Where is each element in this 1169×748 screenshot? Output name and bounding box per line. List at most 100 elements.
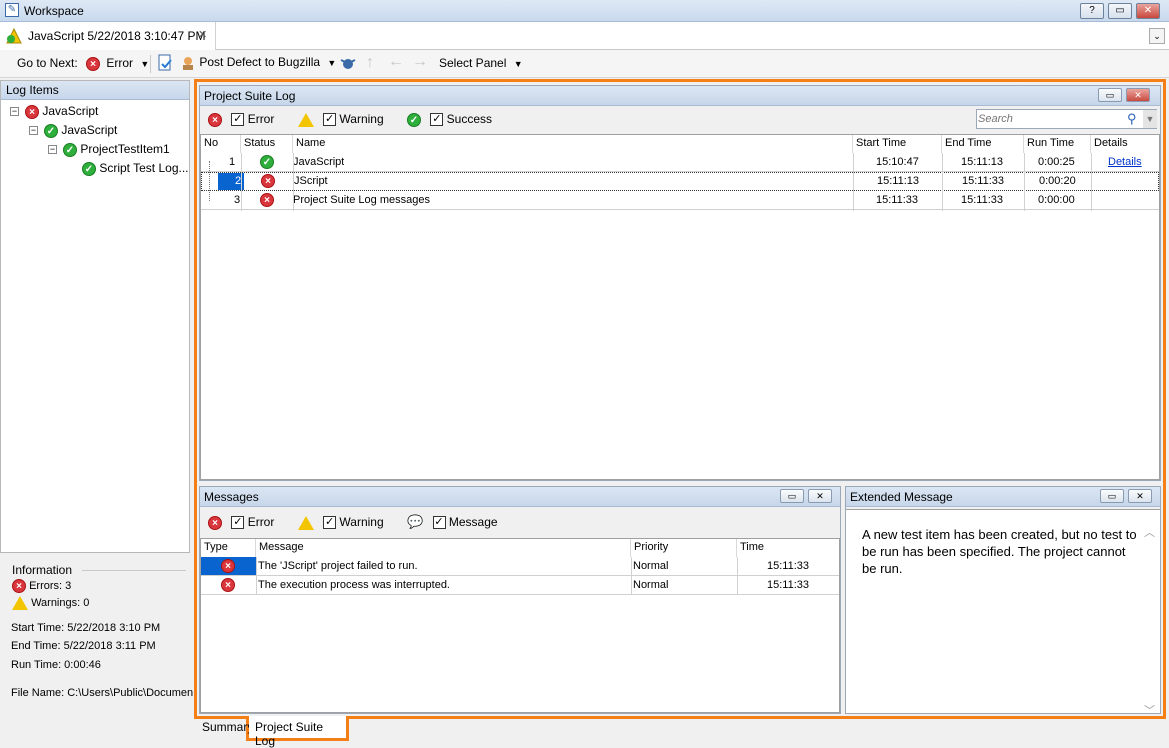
chevron-down-icon: ▼ [513,59,523,69]
arrow-right-icon[interactable]: → [412,53,428,71]
panel-maximize-button[interactable]: ▭ [1098,88,1122,102]
panel-close-button[interactable]: ✕ [808,489,832,503]
doc-tab-javascript[interactable]: JavaScript 5/22/2018 3:10:47 PM ✕ [0,22,216,50]
success-icon: ✓ [82,161,96,176]
window-titlebar: ✎ Workspace ? ▭ ✕ [0,0,1169,22]
tree-item-project[interactable]: ✓ JavaScript [44,123,117,138]
doc-tab-close-icon[interactable]: ✕ [198,28,207,41]
goto-next-dropdown[interactable]: × Error ▼ [86,56,149,71]
messages-filters: × ✓ Error ✓ Warning 💬 ✓ Message [208,514,498,530]
tree-item-label: JavaScript [42,104,99,118]
col-divider [942,153,943,211]
scroll-down-icon[interactable]: ﹀ [1144,702,1155,718]
restore-button[interactable]: ▭ [1108,3,1132,19]
success-icon: ✓ [44,123,58,138]
message-priority: Normal [633,579,669,591]
tree-expander[interactable]: − [48,145,57,154]
suite-log-header: Project Suite Log [200,86,1160,106]
checklist-icon[interactable] [157,54,175,75]
row-name: JavaScript [293,156,345,168]
goto-next-value: Error [106,56,134,70]
error-filter-checkbox[interactable]: ✓ [231,113,245,127]
row-end: 15:11:33 [961,194,1004,206]
table-row[interactable]: × The 'JScript' project failed to run. N… [201,557,839,576]
row-end: 15:11:33 [962,175,1005,187]
select-panel-button[interactable]: Select Panel ▼ [439,56,523,70]
messages-title: Messages [204,490,259,504]
tree-item-root[interactable]: × JavaScript [25,104,98,119]
bug-icon[interactable] [340,55,358,74]
log-warning-icon [6,27,22,44]
details-link[interactable]: Details [1108,156,1142,168]
col-divider [737,557,738,595]
error-icon: × [208,112,222,127]
info-end-time: End Time: 5/22/2018 3:11 PM [11,640,156,652]
tree-expander[interactable]: − [29,126,38,135]
tree-item-label: ProjectTestItem1 [80,142,170,156]
search-icon[interactable]: ⚲ [1127,111,1141,127]
help-button[interactable]: ? [1080,3,1104,19]
tab-list-dropdown[interactable]: ⌄ [1149,28,1165,44]
col-divider [1024,153,1025,211]
col-header-time[interactable]: Time [737,539,839,557]
col-header-name[interactable]: Name [293,135,853,153]
col-divider [293,153,294,211]
col-header-no[interactable]: No [201,135,241,153]
col-header-run[interactable]: Run Time [1024,135,1091,153]
message-filter-checkbox[interactable]: ✓ [432,516,446,530]
suite-log-grid: No Status Name Start Time End Time Run T… [200,134,1160,480]
table-row[interactable]: 3 × Project Suite Log messages 15:11:33 … [201,191,1159,210]
panel-maximize-button[interactable]: ▭ [1100,489,1124,503]
success-filter-checkbox[interactable]: ✓ [430,113,444,127]
col-header-status[interactable]: Status [241,135,293,153]
arrow-up-icon[interactable]: ↑ [366,54,374,72]
search-dropdown-icon[interactable]: ▼ [1143,110,1157,128]
chevron-down-icon: ▼ [140,59,150,69]
row-start: 15:11:33 [876,194,919,206]
close-button[interactable]: ✕ [1136,3,1160,19]
table-row[interactable]: × The execution process was interrupted.… [201,576,839,595]
message-time: 15:11:33 [767,579,810,591]
error-filter-checkbox[interactable]: ✓ [231,516,245,530]
tree-item-testitem[interactable]: ✓ ProjectTestItem1 [63,142,170,157]
panel-close-button[interactable]: ✕ [1126,88,1150,102]
row-start: 15:10:47 [876,156,919,168]
scroll-up-icon[interactable]: ︿ [1144,524,1155,540]
bottom-tab-project-suite-log[interactable]: Project Suite Log [249,716,346,748]
row-no: 1 [229,156,236,168]
row-run: 0:00:25 [1038,156,1075,168]
info-warnings: Warnings: 0 [12,596,89,610]
table-row[interactable]: 1 ✓ JavaScript 15:10:47 15:11:13 0:00:25… [201,153,1159,172]
search-input[interactable] [978,111,1126,127]
success-icon: ✓ [260,155,274,169]
extended-message-text: A new test item has been created, but no… [862,527,1137,576]
suite-log-panel: Project Suite Log ▭ ✕ × ✓ Error ✓ Warnin… [199,85,1161,481]
panel-close-button[interactable]: ✕ [1128,489,1152,503]
row-name: JScript [294,175,328,187]
message-text: The execution process was interrupted. [258,579,450,591]
search-box: ⚲ ▼ [976,109,1157,129]
bottom-tab-summary[interactable]: Summary [199,719,256,737]
goto-next-label: Go to Next: [17,56,78,70]
tree-item-label: JavaScript [61,123,118,137]
col-header-message[interactable]: Message [256,539,631,557]
tree-expander[interactable]: − [10,107,19,116]
col-header-type[interactable]: Type [201,539,256,557]
tree-item-scriptlog[interactable]: ✓ Script Test Log... [82,161,189,176]
col-header-priority[interactable]: Priority [631,539,737,557]
message-text: The 'JScript' project failed to run. [258,560,418,572]
col-header-start[interactable]: Start Time [853,135,942,153]
post-defect-button[interactable]: Post Defect to Bugzilla ▼ [180,55,336,71]
error-icon: × [260,193,274,207]
arrow-left-icon[interactable]: ← [388,53,404,71]
col-header-end[interactable]: End Time [942,135,1024,153]
panel-maximize-button[interactable]: ▭ [780,489,804,503]
col-divider [853,153,854,211]
col-header-details[interactable]: Details [1091,135,1159,153]
row-run: 0:00:20 [1039,175,1076,187]
table-row[interactable]: 2 × JScript 15:11:13 15:11:33 0:00:20 [201,172,1159,191]
warning-filter-checkbox[interactable]: ✓ [323,113,337,127]
message-bubble-icon: 💬 [406,514,424,529]
warning-filter-checkbox[interactable]: ✓ [323,516,337,530]
warning-icon [297,515,314,530]
